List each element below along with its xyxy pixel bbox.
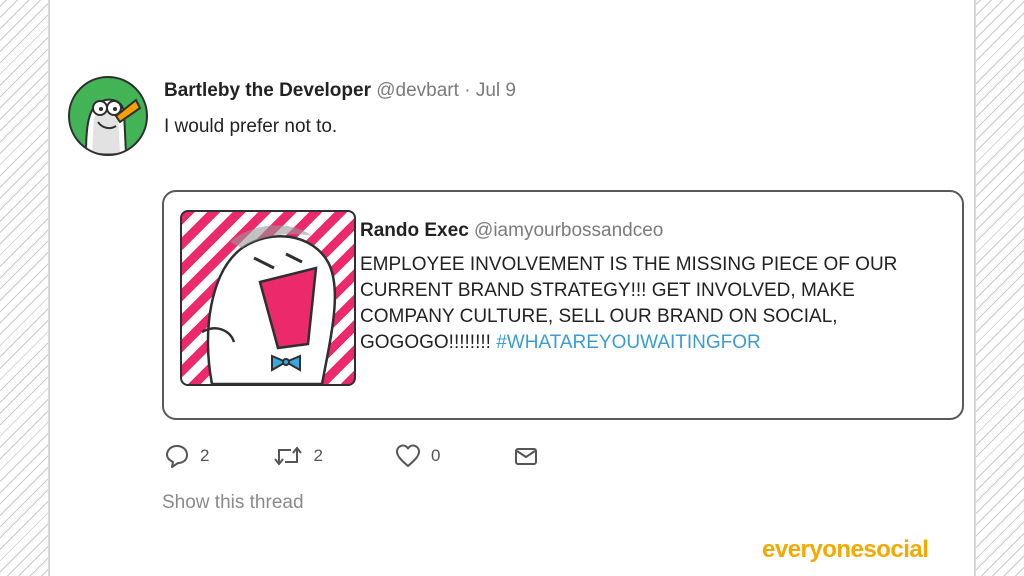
retweet-icon	[274, 446, 303, 466]
quoted-tweet-header: Rando Exec @iamyourbossandceo	[360, 220, 663, 242]
quoted-author-avatar	[180, 210, 356, 386]
tweet-text: I would prefer not to.	[164, 116, 338, 137]
quoted-author-handle[interactable]: @iamyourbossandceo	[474, 220, 663, 241]
left-hatch-border	[0, 0, 50, 576]
bartleby-bird-avatar-icon	[84, 98, 142, 154]
message-button[interactable]	[514, 444, 538, 468]
reply-button[interactable]: 2	[164, 443, 209, 469]
quoted-author-name[interactable]: Rando Exec	[360, 220, 469, 241]
tweet-actions: 2 2 0	[164, 442, 538, 470]
reply-count: 2	[200, 446, 210, 465]
like-button[interactable]: 0	[395, 443, 440, 469]
tweet-header: Bartleby the Developer @devbart · Jul 9	[164, 80, 516, 102]
quoted-tweet-hashtag[interactable]: #WHATAREYOUWAITINGFOR	[496, 332, 761, 353]
retweet-count: 2	[313, 446, 323, 465]
heart-icon	[395, 444, 420, 467]
author-name[interactable]: Bartleby the Developer	[164, 80, 371, 101]
reply-icon	[166, 445, 188, 468]
quoted-tweet-text: EMPLOYEE INVOLVEMENT IS THE MISSING PIEC…	[360, 252, 920, 356]
author-handle[interactable]: @devbart	[376, 80, 459, 101]
show-thread-link[interactable]: Show this thread	[162, 492, 304, 514]
shouting-exec-avatar-icon	[201, 225, 337, 384]
right-hatch-border	[974, 0, 1024, 576]
envelope-icon	[515, 448, 538, 465]
tweet-date[interactable]: Jul 9	[476, 80, 516, 101]
header-separator: ·	[464, 80, 471, 101]
quoted-tweet-card[interactable]: Rando Exec @iamyourbossandceo EMPLOYEE I…	[162, 190, 964, 420]
author-avatar[interactable]	[68, 76, 148, 156]
everyonesocial-logo: everyonesocial	[762, 536, 929, 563]
retweet-button[interactable]: 2	[273, 443, 323, 469]
like-count: 0	[430, 446, 441, 465]
